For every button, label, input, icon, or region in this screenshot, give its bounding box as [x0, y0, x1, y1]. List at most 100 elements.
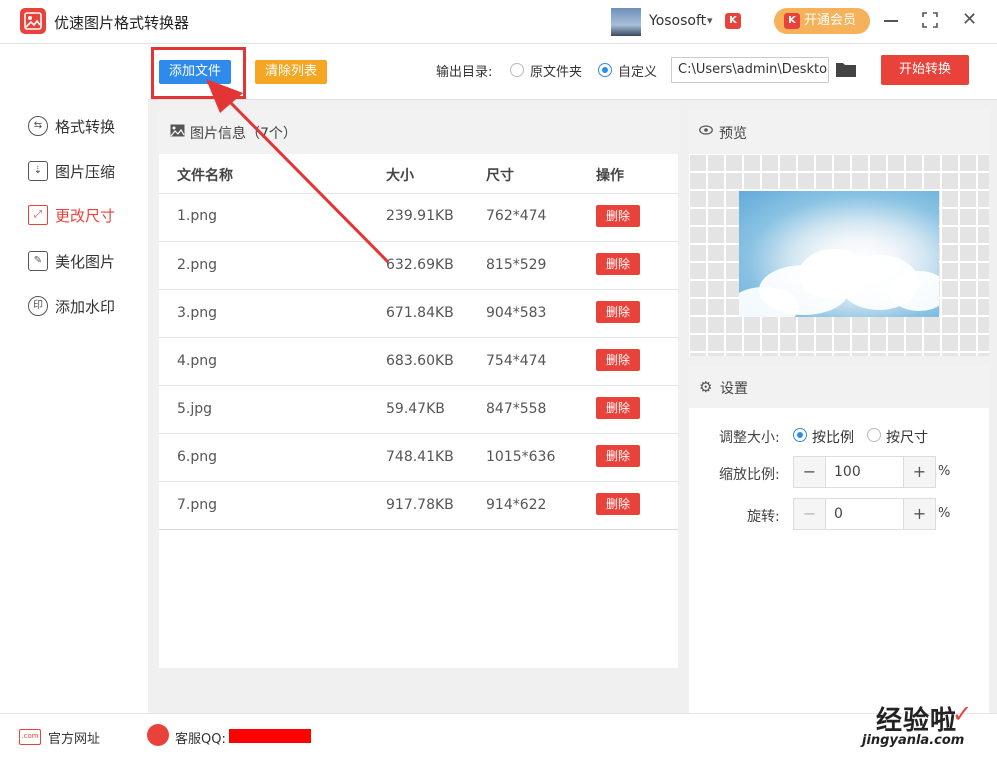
cell-size: 917.78KB	[386, 497, 454, 513]
delete-button[interactable]: 删除	[596, 301, 640, 323]
website-icon[interactable]: .com	[19, 729, 41, 745]
folder-icon[interactable]	[836, 62, 856, 77]
scale-label: 缩放比例:	[719, 467, 780, 483]
vip-badge-icon: K	[725, 13, 741, 29]
radio-original-label: 原文件夹	[530, 65, 583, 80]
delete-button[interactable]: 删除	[596, 253, 640, 275]
radio-custom-label: 自定义	[618, 65, 658, 80]
cell-size: 748.41KB	[386, 449, 454, 465]
compress-icon: ⇣	[28, 161, 48, 181]
decrement-button[interactable]: −	[794, 457, 826, 487]
watermark-icon: 印	[28, 296, 48, 316]
radio-original-folder[interactable]	[510, 63, 524, 77]
sidebar-item-compress[interactable]: ⇣ 图片压缩	[28, 159, 115, 183]
vip-label: 开通会员	[804, 13, 857, 28]
support-icon[interactable]	[147, 724, 169, 746]
settings-panel	[689, 366, 989, 713]
watermark-text: 经验啦	[876, 706, 958, 736]
row-divider	[159, 433, 678, 434]
username[interactable]: Yososoft	[649, 13, 706, 29]
row-divider	[159, 481, 678, 482]
image-icon	[170, 124, 185, 137]
chevron-down-icon[interactable]: ▾	[707, 14, 713, 27]
app-title: 优速图片格式转换器	[54, 14, 190, 32]
cell-dims: 914*622	[486, 497, 547, 513]
preview-header: 预览	[689, 110, 989, 154]
cell-size: 59.47KB	[386, 401, 445, 417]
website-link[interactable]: 官方网址	[48, 728, 100, 747]
cell-dims: 1015*636	[486, 449, 556, 465]
maximize-icon[interactable]	[922, 12, 938, 28]
settings-title: 设置	[720, 381, 748, 397]
cell-dims: 754*474	[486, 353, 547, 369]
eye-icon	[699, 125, 713, 135]
preview-title: 预览	[719, 126, 747, 142]
cell-name: 4.png	[177, 353, 218, 369]
radio-custom-folder[interactable]	[598, 63, 612, 77]
rotate-label: 旋转:	[747, 509, 780, 525]
support-qq-label[interactable]: 客服QQ:	[175, 728, 226, 747]
row-divider	[159, 337, 678, 338]
col-header-name: 文件名称	[177, 168, 233, 184]
output-dir-label: 输出目录:	[436, 65, 493, 80]
app-logo	[20, 8, 46, 34]
scale-stepper[interactable]: − 100 +	[793, 456, 936, 488]
delete-button[interactable]: 删除	[596, 349, 640, 371]
increment-button[interactable]: +	[903, 499, 935, 529]
delete-button[interactable]: 删除	[596, 493, 640, 515]
col-header-dims: 尺寸	[486, 168, 514, 184]
delete-button[interactable]: 删除	[596, 445, 640, 467]
scale-value[interactable]: 100	[834, 464, 861, 480]
sidebar-item-beautify[interactable]: ✎ 美化图片	[28, 249, 115, 273]
percent-sign: %	[938, 464, 951, 479]
delete-button[interactable]: 删除	[596, 397, 640, 419]
vip-button[interactable]: K 开通会员	[774, 8, 870, 34]
start-convert-button[interactable]: 开始转换	[881, 55, 969, 85]
row-divider	[159, 241, 678, 242]
cell-dims: 815*529	[486, 257, 547, 273]
rotate-value[interactable]: 0	[834, 506, 843, 522]
resize-mode-label: 调整大小:	[719, 430, 780, 446]
row-divider	[159, 529, 678, 530]
radio-by-ratio-label: 按比例	[812, 430, 854, 446]
sidebar-item-resize[interactable]: ⤢ 更改尺寸	[28, 203, 115, 227]
sidebar-item-label: 图片压缩	[55, 162, 116, 181]
gear-icon: ⚙	[699, 378, 713, 396]
avatar[interactable]	[611, 8, 641, 36]
sidebar	[0, 44, 148, 713]
cell-size: 239.91KB	[386, 208, 454, 224]
row-divider	[159, 289, 678, 290]
file-list-header: 图片信息（7个）	[159, 110, 678, 154]
decrement-button[interactable]: −	[794, 499, 826, 529]
cell-name: 6.png	[177, 449, 218, 465]
cell-dims: 904*583	[486, 305, 547, 321]
sidebar-item-label: 格式转换	[55, 117, 116, 136]
sidebar-item-watermark[interactable]: 印添加水印	[28, 294, 115, 318]
file-list-title: 图片信息（7个）	[190, 126, 297, 142]
radio-by-size[interactable]	[867, 428, 881, 442]
delete-button[interactable]: 删除	[596, 205, 640, 227]
convert-icon: ⇆	[28, 116, 48, 136]
row-divider	[159, 193, 678, 194]
col-header-action: 操作	[596, 168, 624, 184]
sidebar-item-format[interactable]: ⇆ 格式转换	[28, 114, 115, 138]
increment-button[interactable]: +	[903, 457, 935, 487]
cell-name: 3.png	[177, 305, 218, 321]
cell-size: 671.84KB	[386, 305, 454, 321]
vip-icon: K	[784, 13, 800, 29]
output-path-input[interactable]: C:\Users\admin\Deskto	[671, 57, 829, 83]
cell-size: 683.60KB	[386, 353, 454, 369]
beautify-icon: ✎	[28, 251, 48, 271]
clear-list-button[interactable]: 清除列表	[255, 60, 327, 84]
row-divider	[159, 385, 678, 386]
resize-icon: ⤢	[28, 205, 48, 225]
cell-name: 5.jpg	[177, 401, 213, 417]
sidebar-item-label: 添加水印	[55, 297, 116, 316]
redacted-bar	[229, 729, 311, 743]
percent-sign: %	[938, 506, 951, 521]
rotate-stepper[interactable]: − 0 +	[793, 498, 936, 530]
radio-by-ratio[interactable]	[793, 428, 807, 442]
cell-dims: 762*474	[486, 208, 547, 224]
close-icon[interactable]: ✕	[962, 9, 977, 30]
minimize-icon[interactable]	[884, 20, 898, 22]
